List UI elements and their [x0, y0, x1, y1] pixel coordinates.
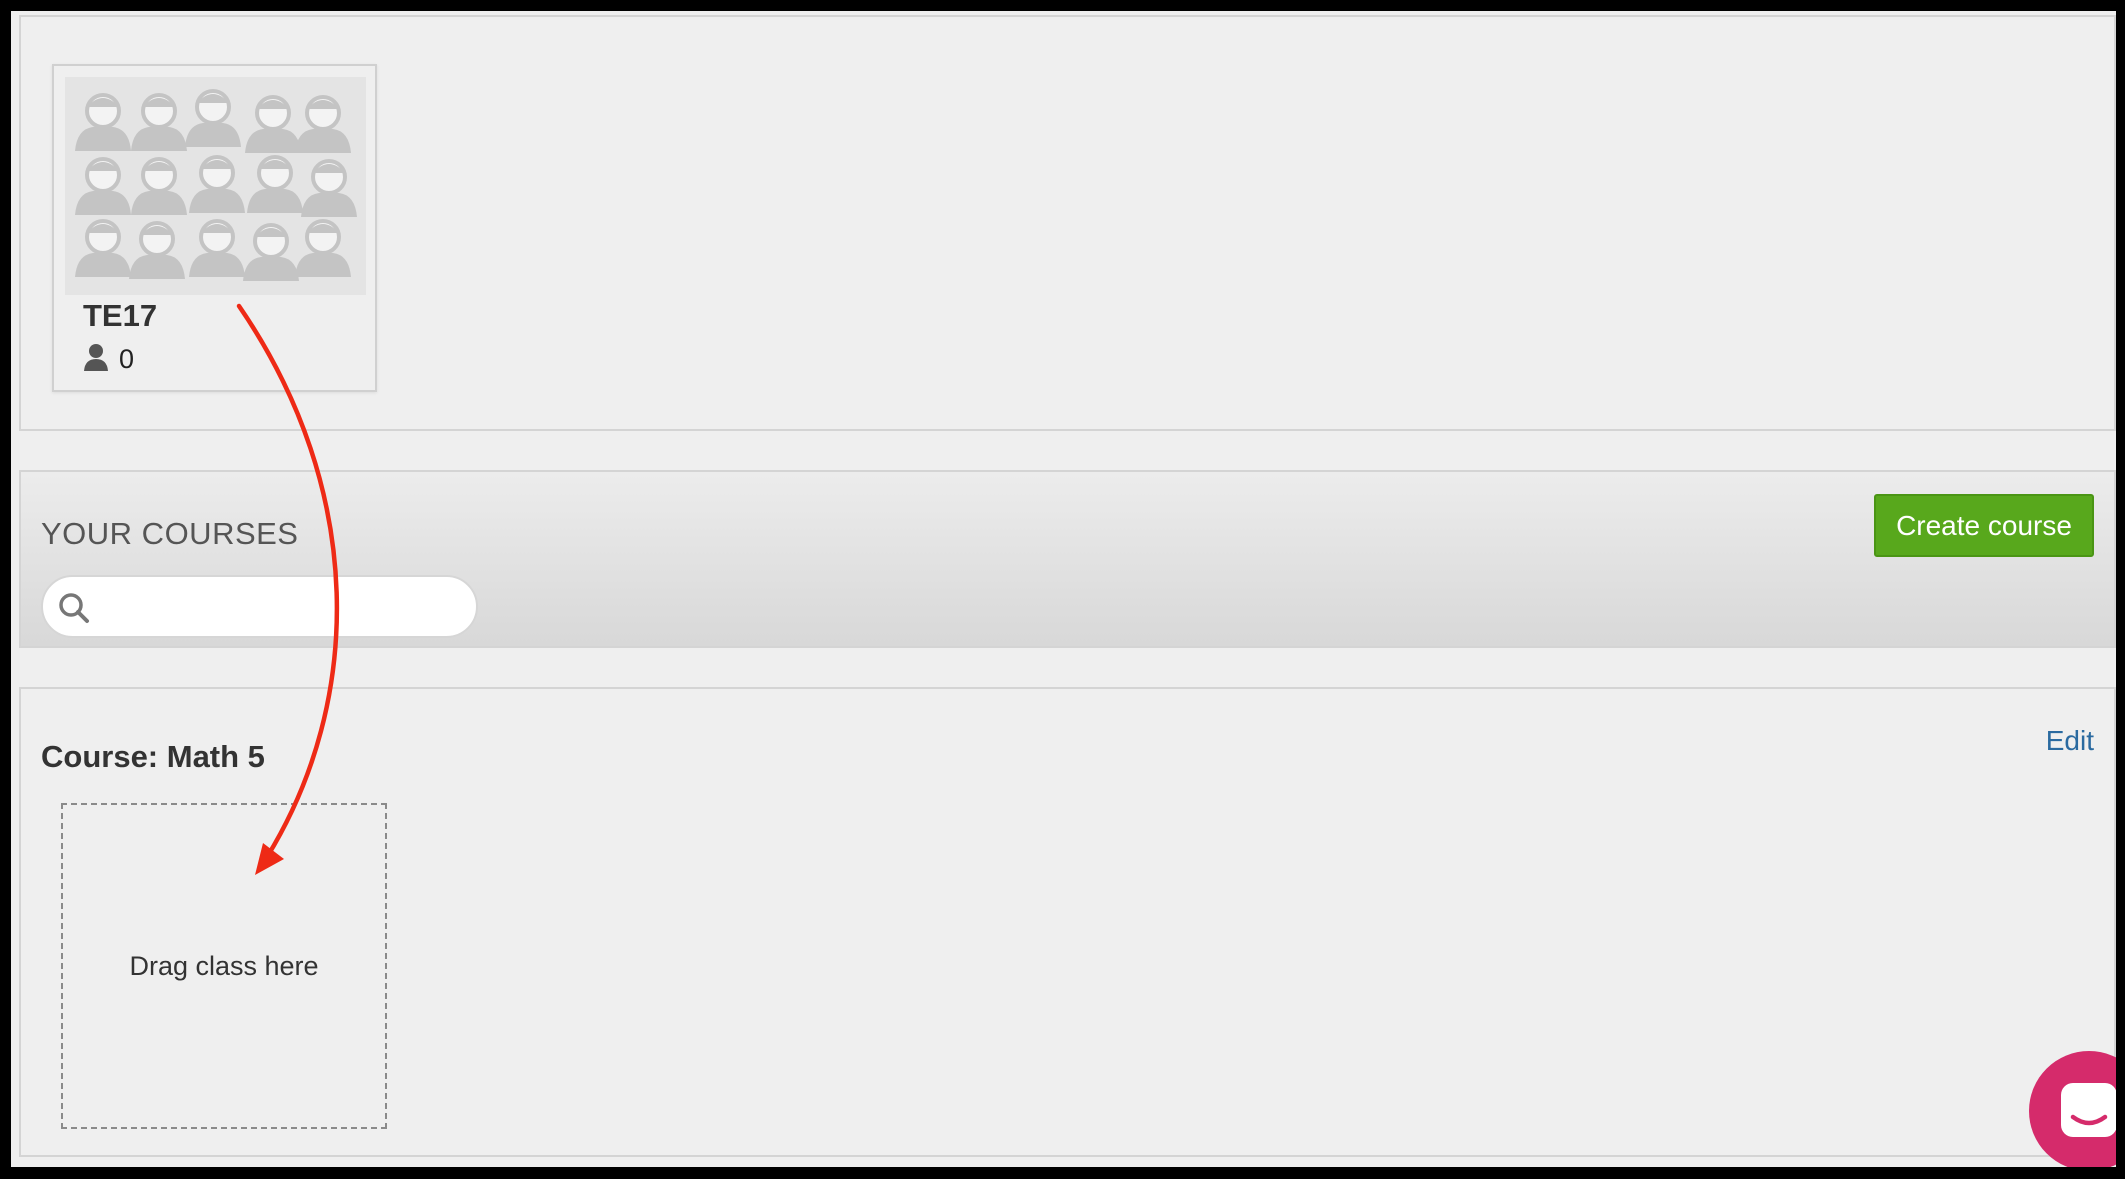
chat-bubble-icon: [2061, 1083, 2116, 1137]
edit-link[interactable]: Edit: [2046, 725, 2094, 757]
student-count: 0: [119, 343, 135, 374]
search-icon: [57, 591, 91, 630]
class-card[interactable]: TE17 0: [52, 64, 377, 392]
app-frame: TE17 0 YOUR COURSES Create course Course…: [11, 11, 2116, 1167]
create-course-button[interactable]: Create course: [1874, 494, 2094, 557]
class-name: TE17: [83, 298, 158, 333]
person-icon: [83, 343, 109, 376]
course-panel: Course: Math 5 Edit Drag class here: [19, 687, 2116, 1157]
drop-zone-label: Drag class here: [129, 950, 319, 981]
student-count-row: 0: [83, 342, 134, 376]
search-input[interactable]: [103, 587, 467, 629]
course-title: Course: Math 5: [41, 739, 265, 774]
section-title: YOUR COURSES: [41, 516, 299, 551]
courses-header: YOUR COURSES Create course: [19, 470, 2116, 648]
search-box[interactable]: [41, 575, 478, 638]
class-drop-zone[interactable]: Drag class here: [61, 803, 387, 1129]
students-group-icon: [65, 77, 366, 295]
classes-panel: TE17 0: [19, 15, 2116, 431]
